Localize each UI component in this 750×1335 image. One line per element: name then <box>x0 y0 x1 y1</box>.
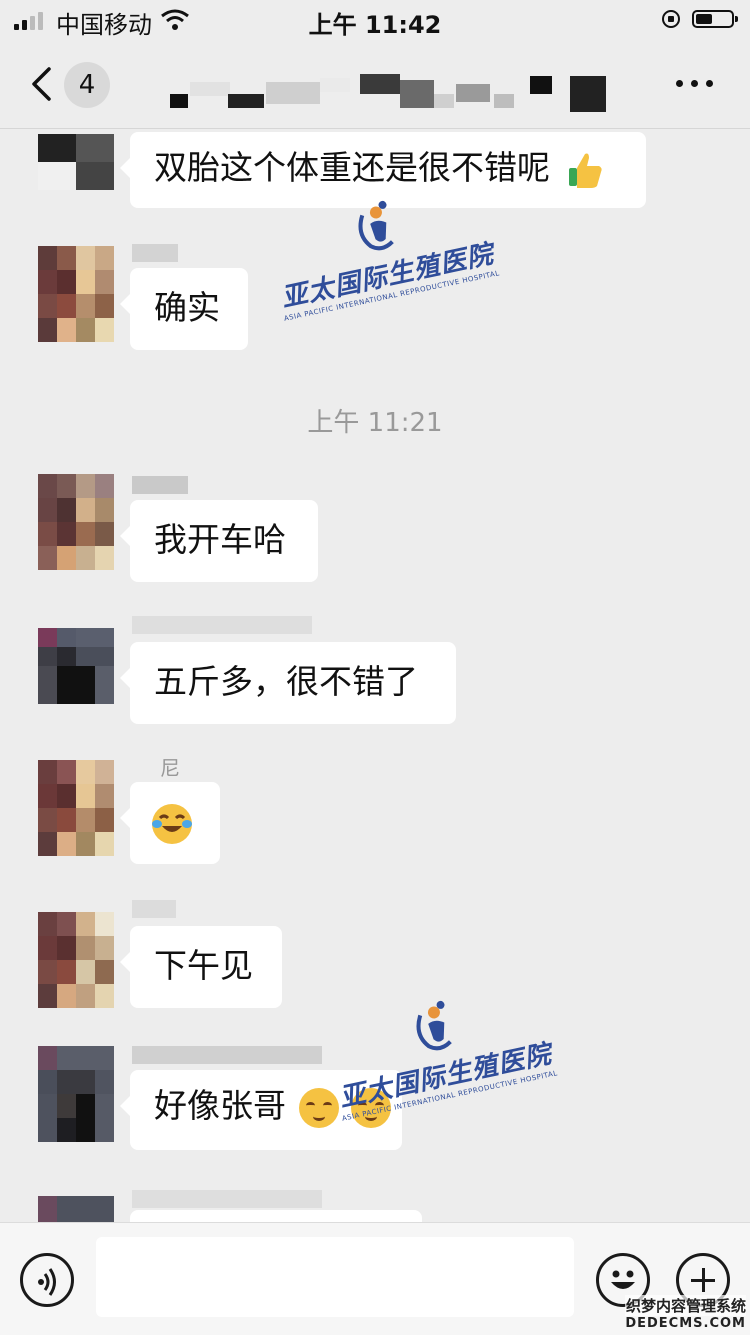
message-text: 我开车哈 <box>154 520 286 559</box>
avatar[interactable] <box>38 134 114 190</box>
avatar[interactable] <box>38 912 114 1008</box>
sender-name <box>132 244 178 262</box>
chat-header: 4 <box>0 40 750 129</box>
site-watermark-line1: 织梦内容管理系统 <box>625 1295 746 1316</box>
time-separator: 上午 11:21 <box>307 408 443 438</box>
hospital-logo-icon <box>416 1000 452 1051</box>
message-bubble[interactable]: 五斤多，很不错了 <box>120 642 456 724</box>
sender-name <box>132 1190 322 1208</box>
message-text: 五斤多，很不错了 <box>154 662 418 701</box>
message-bubble[interactable]: 我开车哈 <box>120 500 318 582</box>
avatar[interactable] <box>38 474 114 570</box>
site-watermark-line2: DEDECMS.COM <box>625 1316 746 1331</box>
sender-name <box>132 900 176 918</box>
sender-name <box>132 476 188 494</box>
thumbs-up-emoji <box>568 153 602 188</box>
site-watermark: 织梦内容管理系统 DEDECMS.COM <box>625 1295 746 1331</box>
more-icon[interactable] <box>676 80 716 90</box>
sender-name: 尼 <box>160 756 180 780</box>
avatar[interactable] <box>38 246 114 342</box>
sender-name <box>132 616 312 634</box>
rotation-lock-icon <box>662 10 680 28</box>
hospital-watermark: 亚太国际生殖医院 ASIA PACIFIC INTERNATIONAL REPR… <box>322 978 558 1123</box>
voice-icon[interactable] <box>20 1253 74 1307</box>
avatar[interactable] <box>38 628 114 704</box>
message-text: 确实 <box>154 288 220 327</box>
avatar[interactable] <box>38 760 114 856</box>
message-bubble[interactable]: 下午见 <box>120 926 282 1008</box>
message-text: 好像张哥 <box>154 1086 286 1125</box>
message-bubble[interactable]: 确实 <box>120 268 248 350</box>
chat-title-pixelated <box>130 74 610 114</box>
back-icon[interactable] <box>30 66 52 102</box>
battery-icon <box>692 10 738 28</box>
input-bar: 织梦内容管理系统 DEDECMS.COM <box>0 1222 750 1335</box>
blush-emoji <box>298 1087 339 1128</box>
message-bubble[interactable] <box>120 782 220 864</box>
unread-count-badge[interactable]: 4 <box>64 62 110 108</box>
message-text: 下午见 <box>154 946 253 985</box>
sender-name <box>132 1046 322 1064</box>
laughing-tears-emoji <box>152 804 192 844</box>
message-input[interactable] <box>96 1237 574 1317</box>
hospital-logo-icon <box>358 200 394 251</box>
clock: 上午 11:42 <box>308 11 442 39</box>
status-bar: 中国移动 上午 11:42 <box>0 0 750 40</box>
avatar[interactable] <box>38 1046 114 1142</box>
message-text: 双胎这个体重还是很不错呢 <box>154 148 550 187</box>
